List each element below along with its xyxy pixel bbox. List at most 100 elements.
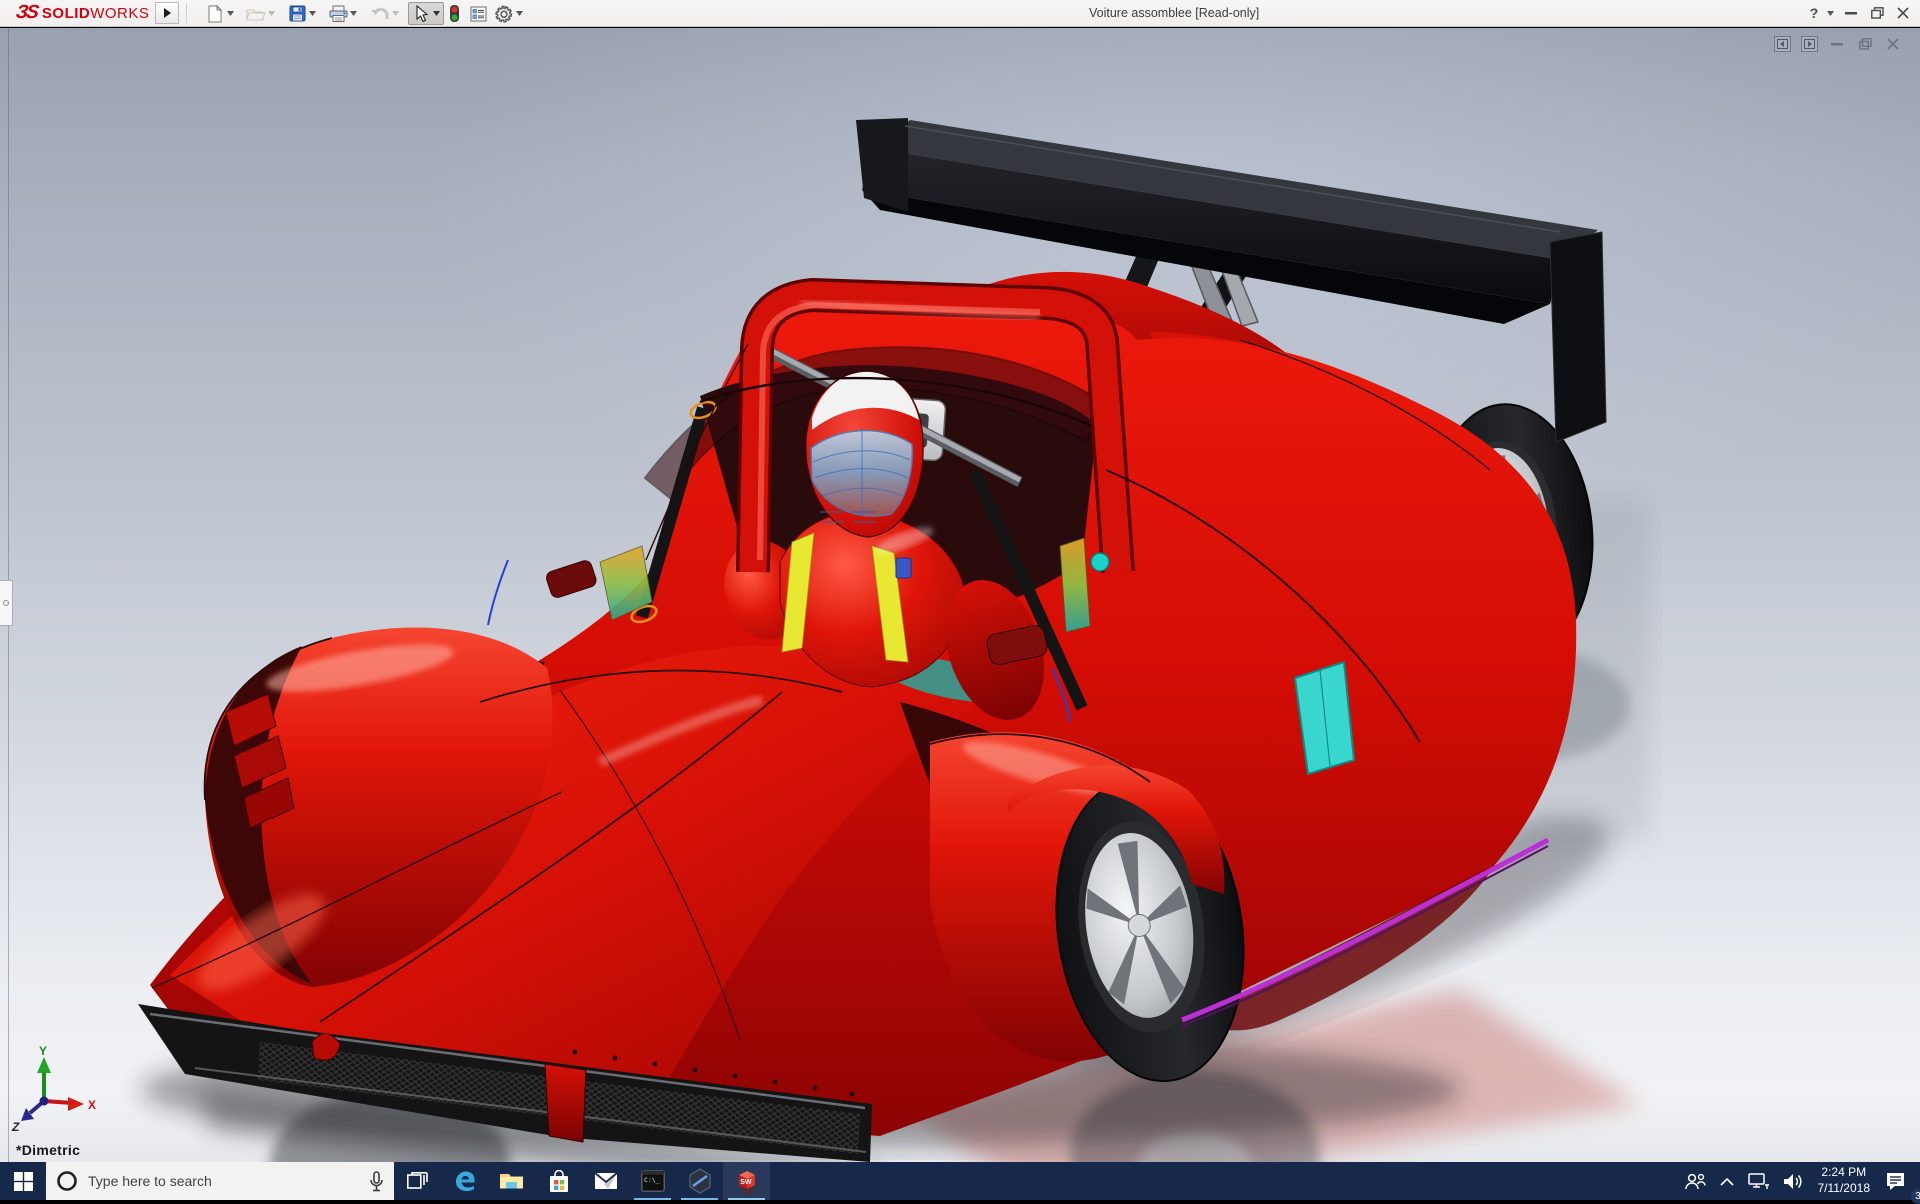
print-icon (328, 4, 348, 24)
hexagon-app-icon (688, 1168, 712, 1194)
system-tray: 2:24 PM 7/11/2018 3 (1677, 1162, 1920, 1200)
tray-overflow-button[interactable] (1713, 1162, 1741, 1200)
rebuild-button[interactable] (444, 2, 464, 25)
file-properties-button[interactable] (468, 2, 488, 25)
options-gear-icon (494, 4, 514, 24)
rebuild-traffic-light-icon (444, 4, 464, 24)
command-prompt-icon: C:\_ (641, 1170, 665, 1192)
edge-icon (453, 1169, 477, 1193)
mail-button[interactable] (582, 1162, 629, 1200)
restore-button[interactable] (1866, 0, 1888, 26)
driver-helmet (806, 372, 923, 537)
store-button[interactable] (535, 1162, 582, 1200)
task-view-button[interactable] (394, 1162, 441, 1200)
triad-y-label: Y (39, 1045, 47, 1058)
undo-dropdown[interactable] (390, 4, 400, 24)
flyout-arrow-icon (163, 7, 172, 19)
document-restore-button[interactable] (1856, 36, 1874, 52)
notification-badge: 3 (1910, 1188, 1920, 1204)
clock-time: 2:24 PM (1818, 1165, 1871, 1181)
open-dropdown[interactable] (266, 4, 276, 24)
document-window-controls (1774, 36, 1902, 52)
graphics-viewport[interactable]: Y X Z *Dimetric (0, 28, 1920, 1163)
select-tool-button[interactable] (408, 2, 444, 25)
pane-right-toggle-button[interactable] (1801, 36, 1818, 52)
store-icon (548, 1170, 570, 1193)
splitter-handle-icon (3, 600, 9, 606)
minimize-icon (1845, 12, 1857, 15)
people-icon (1684, 1172, 1706, 1190)
edge-browser-button[interactable] (441, 1162, 488, 1200)
solidworks-logo[interactable]: ЗS SOLIDWORKS (16, 2, 149, 24)
caret-down-icon (1827, 11, 1834, 16)
reference-triad: Y X Z (6, 1045, 116, 1135)
task-view-icon (407, 1172, 428, 1191)
print-button[interactable] (328, 2, 358, 25)
panel-splitter-tab[interactable] (0, 580, 13, 626)
triad-x-label: X (88, 1098, 96, 1112)
search-input[interactable] (88, 1173, 359, 1189)
undo-icon (370, 4, 390, 24)
help-button[interactable]: ? (1803, 0, 1825, 26)
save-button[interactable] (287, 2, 317, 25)
new-document-button[interactable] (205, 2, 235, 25)
options-button[interactable] (494, 2, 524, 25)
undo-button[interactable] (370, 2, 400, 25)
options-dropdown[interactable] (514, 4, 524, 24)
title-bar: ЗS SOLIDWORKS (0, 0, 1920, 27)
document-close-button[interactable] (1884, 36, 1902, 52)
svg-text:2017: 2017 (742, 1189, 756, 1194)
new-document-icon (205, 4, 225, 24)
document-minimize-button[interactable] (1828, 36, 1846, 52)
file-explorer-button[interactable] (488, 1162, 535, 1200)
network-icon (1748, 1173, 1769, 1190)
taskbar-clock[interactable]: 2:24 PM 7/11/2018 (1810, 1165, 1879, 1196)
save-dropdown[interactable] (307, 4, 317, 24)
command-prompt-button[interactable]: C:\_ (629, 1162, 676, 1200)
network-button[interactable] (1741, 1162, 1776, 1200)
people-button[interactable] (1677, 1162, 1713, 1200)
view-orientation-label: *Dimetric (16, 1142, 80, 1158)
car-3d-model[interactable] (0, 28, 1920, 1163)
open-button[interactable] (246, 2, 276, 25)
triad-z-label: Z (11, 1120, 20, 1134)
pane-right-icon (1804, 39, 1815, 49)
taskbar-search-box[interactable] (46, 1162, 394, 1200)
doc-restore-icon (1859, 38, 1872, 50)
windows-logo-icon (14, 1172, 33, 1191)
pane-left-toggle-button[interactable] (1774, 36, 1791, 52)
print-dropdown[interactable] (348, 4, 358, 24)
minimize-button[interactable] (1840, 0, 1862, 26)
file-explorer-icon (499, 1171, 524, 1191)
select-dropdown[interactable] (431, 4, 441, 24)
action-center-icon (1885, 1171, 1906, 1191)
taskbar-app-icons: C:\_ SW 2017 (394, 1162, 770, 1200)
menu-flyout-button[interactable] (155, 2, 179, 24)
solidworks-window: ЗS SOLIDWORKS (0, 0, 1920, 1200)
new-document-dropdown[interactable] (225, 4, 235, 24)
logo-works-text: WORKS (90, 5, 149, 22)
windows-taskbar: C:\_ SW 2017 (0, 1162, 1920, 1200)
toolbar-separator (186, 3, 187, 23)
doc-close-icon (1887, 38, 1899, 50)
save-floppy-icon (287, 4, 307, 24)
restore-icon (1871, 7, 1884, 19)
close-icon (1897, 7, 1909, 19)
cortana-icon (56, 1170, 78, 1192)
close-button[interactable] (1892, 0, 1914, 26)
start-button[interactable] (0, 1162, 46, 1200)
logo-solid-text: SOLID (42, 5, 90, 22)
svg-text:SW: SW (740, 1179, 752, 1186)
chevron-up-icon (1720, 1177, 1734, 1186)
file-properties-icon (468, 4, 488, 24)
volume-button[interactable] (1776, 1162, 1810, 1200)
window-title: Voiture assomblee [Read-only] (1089, 6, 1259, 20)
solidworks-2017-button[interactable]: SW 2017 (723, 1162, 770, 1200)
hexagon-3d-app-button[interactable] (676, 1162, 723, 1200)
select-cursor-icon (411, 4, 431, 24)
action-center-button[interactable]: 3 (1878, 1162, 1920, 1200)
microphone-icon[interactable] (369, 1171, 384, 1192)
clock-date: 7/11/2018 (1818, 1181, 1871, 1197)
help-dropdown[interactable] (1824, 0, 1836, 26)
pane-left-icon (1777, 39, 1788, 49)
